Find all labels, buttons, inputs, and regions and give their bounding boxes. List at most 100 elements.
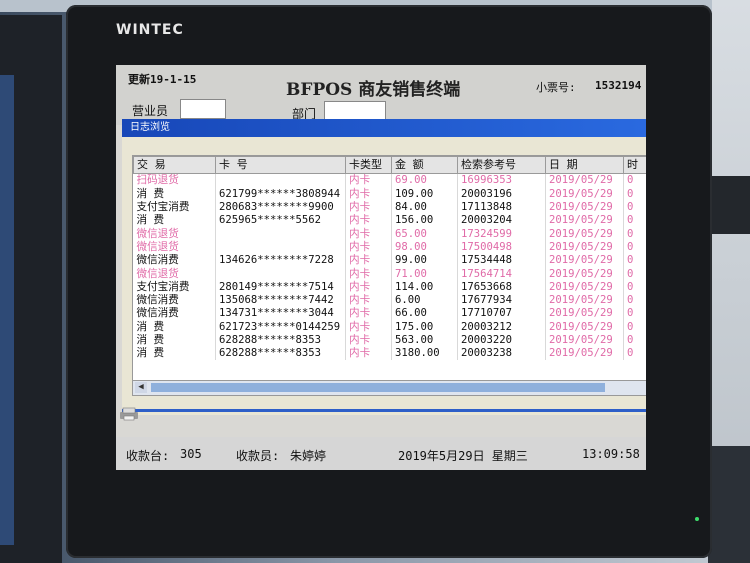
cell-ctype: 内卡 bbox=[345, 227, 392, 241]
pos-screen: 更新19-1-15 BFPOS 商友销售终端 小票号: 1532194 营业员 … bbox=[116, 65, 646, 470]
cell-ctype: 内卡 bbox=[345, 306, 392, 321]
table-header-row: 交 易卡 号卡类型金 额检索参考号日 期时 bbox=[133, 156, 646, 174]
cell-type: 微信退货 bbox=[133, 227, 216, 241]
cell-type: 消 费 bbox=[133, 333, 216, 347]
cell-time: 0 bbox=[627, 307, 634, 320]
cell-time: 0 bbox=[627, 334, 634, 346]
cell-amount: 71.00 bbox=[391, 267, 458, 281]
table-row[interactable]: 微信退货 内卡 65.00 17324599 2019/05/29 0 bbox=[133, 227, 647, 241]
cell-amount: 109.00 bbox=[391, 187, 458, 201]
cell-type: 消 费 bbox=[133, 320, 216, 334]
cell-card bbox=[215, 173, 346, 188]
cell-time: 0 bbox=[627, 254, 634, 267]
scroll-left-icon[interactable]: ◀ bbox=[135, 382, 147, 393]
dialog-divider bbox=[122, 409, 646, 412]
cell-type: 微信消费 bbox=[133, 306, 216, 321]
cell-ref: 20003220 bbox=[457, 333, 546, 347]
table-row[interactable]: 微信消费 134731********3044 内卡 66.00 17710707 201… bbox=[133, 306, 647, 321]
cell-ref: 17653668 bbox=[457, 280, 546, 294]
table-row[interactable]: 微信消费 135068********7442 内卡 6.00 17677934 2019… bbox=[133, 293, 647, 307]
clerk-input[interactable] bbox=[180, 99, 226, 119]
cell-amount: 563.00 bbox=[391, 333, 458, 347]
cell-type: 微信消费 bbox=[133, 293, 216, 307]
cell-time: 0 bbox=[627, 267, 634, 280]
horizontal-scrollbar[interactable]: ◀ bbox=[132, 380, 646, 396]
cell-time: 0 bbox=[627, 280, 634, 293]
cell-date: 2019/05/29 bbox=[545, 306, 624, 321]
cell-amount: 156.00 bbox=[391, 213, 458, 228]
cell-type: 支付宝消费 bbox=[133, 200, 216, 214]
cell-ref: 17113848 bbox=[457, 200, 546, 214]
cell-ref: 17534448 bbox=[457, 253, 546, 268]
receipt-number: 1532194 bbox=[595, 79, 642, 92]
cell-ref: 20003212 bbox=[457, 320, 546, 334]
department-input[interactable] bbox=[324, 101, 386, 121]
cell-card: 621723******0144259 bbox=[215, 320, 346, 334]
cell-card: 280149********7514 bbox=[215, 280, 346, 294]
table-row[interactable]: 消 费 628288******8353 内卡 563.00 20003220 2019/… bbox=[133, 333, 647, 347]
cell-date: 2019/05/29 bbox=[545, 346, 624, 361]
table-row[interactable]: 消 费 625965******5562 内卡 156.00 20003204 2019/… bbox=[133, 213, 647, 228]
cell-ctype: 内卡 bbox=[345, 240, 392, 254]
cell-date: 2019/05/29 bbox=[545, 280, 624, 294]
cell-date: 2019/05/29 bbox=[545, 240, 624, 254]
cell-ctype: 内卡 bbox=[345, 213, 392, 228]
transaction-grid[interactable]: 交 易卡 号卡类型金 额检索参考号日 期时 扫码退货 内卡 69.00 1699635… bbox=[132, 155, 646, 382]
cell-card: 135068********7442 bbox=[215, 293, 346, 307]
printer-icon[interactable] bbox=[118, 407, 140, 421]
cell-date: 2019/05/29 bbox=[545, 333, 624, 347]
column-header[interactable]: 卡 号 bbox=[215, 156, 346, 174]
table-row[interactable]: 消 费 621723******0144259 内卡 175.00 20003212 20… bbox=[133, 320, 647, 334]
background-device-lower bbox=[708, 446, 750, 563]
cell-type: 消 费 bbox=[133, 346, 216, 361]
status-time: 13:09:58 bbox=[582, 447, 640, 461]
table-row[interactable]: 微信退货 内卡 98.00 17500498 2019/05/29 0 bbox=[133, 240, 647, 254]
table-row[interactable]: 扫码退货 内卡 69.00 16996353 2019/05/29 0 bbox=[133, 173, 647, 188]
cell-date: 2019/05/29 bbox=[545, 320, 624, 334]
cell-date: 2019/05/29 bbox=[545, 253, 624, 268]
register-label: 收款台: bbox=[126, 449, 170, 463]
cell-ctype: 内卡 bbox=[345, 293, 392, 307]
cell-card bbox=[215, 240, 346, 254]
cell-ref: 20003196 bbox=[457, 187, 546, 201]
cell-date: 2019/05/29 bbox=[545, 187, 624, 201]
cell-card: 628288******8353 bbox=[215, 346, 346, 361]
cell-card: 134731********3044 bbox=[215, 306, 346, 321]
cell-time: 0 bbox=[627, 294, 634, 307]
table-row[interactable]: 支付宝消费 280683********9900 内卡 84.00 17113848 20… bbox=[133, 200, 647, 214]
column-header[interactable]: 日 期 bbox=[545, 156, 624, 174]
scrollbar-thumb[interactable] bbox=[151, 383, 605, 392]
cell-amount: 98.00 bbox=[391, 240, 458, 254]
cell-ctype: 内卡 bbox=[345, 333, 392, 347]
cell-ref: 17500498 bbox=[457, 240, 546, 254]
table-row[interactable]: 微信退货 内卡 71.00 17564714 2019/05/29 0 bbox=[133, 267, 647, 281]
cell-time: 0 bbox=[627, 201, 634, 214]
column-header[interactable]: 时 bbox=[623, 156, 646, 174]
table-row[interactable]: 消 费 628288******8353 内卡 3180.00 20003238 2019… bbox=[133, 346, 647, 361]
cell-date: 2019/05/29 bbox=[545, 213, 624, 228]
cell-ref: 20003238 bbox=[457, 346, 546, 361]
cell-time: 0 bbox=[627, 240, 634, 253]
column-header[interactable]: 金 额 bbox=[391, 156, 458, 174]
cell-amount: 84.00 bbox=[391, 200, 458, 214]
table-row[interactable]: 支付宝消费 280149********7514 内卡 114.00 17653668 2… bbox=[133, 280, 647, 294]
column-header[interactable]: 卡类型 bbox=[345, 156, 392, 174]
cell-type: 消 费 bbox=[133, 213, 216, 228]
cell-time: 0 bbox=[627, 187, 634, 200]
cell-ctype: 内卡 bbox=[345, 253, 392, 268]
cell-ctype: 内卡 bbox=[345, 320, 392, 334]
column-header[interactable]: 交 易 bbox=[133, 156, 216, 174]
cashier-label: 收款员: bbox=[236, 449, 280, 463]
cell-ref: 17677934 bbox=[457, 293, 546, 307]
app-title: BFPOS 商友销售终端 bbox=[286, 80, 461, 100]
table-row[interactable]: 消 费 621799******3808944 内卡 109.00 20003196 20… bbox=[133, 187, 647, 201]
dialog-title: 日志浏览 bbox=[122, 119, 646, 137]
cell-time: 0 bbox=[627, 347, 634, 360]
receipt-number-label: 小票号: bbox=[536, 81, 576, 94]
log-browser-dialog: 日志浏览 交 易卡 号卡类型金 额检索参考号日 期时 扫码退货 内卡 69.00 16… bbox=[122, 119, 646, 415]
cell-ref: 17564714 bbox=[457, 267, 546, 281]
cell-ctype: 内卡 bbox=[345, 173, 392, 188]
table-row[interactable]: 微信消费 134626********7228 内卡 99.00 17534448 201… bbox=[133, 253, 647, 268]
cell-amount: 114.00 bbox=[391, 280, 458, 294]
column-header[interactable]: 检索参考号 bbox=[457, 156, 546, 174]
